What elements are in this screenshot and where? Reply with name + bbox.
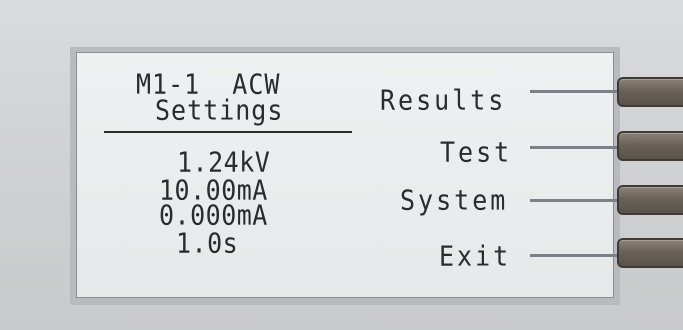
title-divider: [104, 131, 352, 133]
results-button[interactable]: [617, 77, 683, 107]
softkey-leader-test: [530, 146, 618, 149]
softkey-label-results: Results: [380, 83, 507, 117]
time-value: 1.0s: [176, 226, 239, 260]
softkey-leader-exit: [530, 254, 618, 257]
softkey-leader-system: [530, 199, 618, 202]
voltage-value: 1.24kV: [177, 145, 271, 179]
softkey-label-test: Test: [440, 135, 513, 169]
exit-button[interactable]: [617, 238, 683, 268]
softkey-label-exit: Exit: [439, 239, 512, 273]
softkey-leader-results: [530, 90, 618, 93]
test-button[interactable]: [617, 131, 683, 161]
screen-title: Settings: [155, 93, 284, 127]
low-limit-value: 0.000mA: [159, 198, 268, 232]
system-button[interactable]: [617, 185, 683, 215]
softkey-label-system: System: [400, 183, 509, 217]
